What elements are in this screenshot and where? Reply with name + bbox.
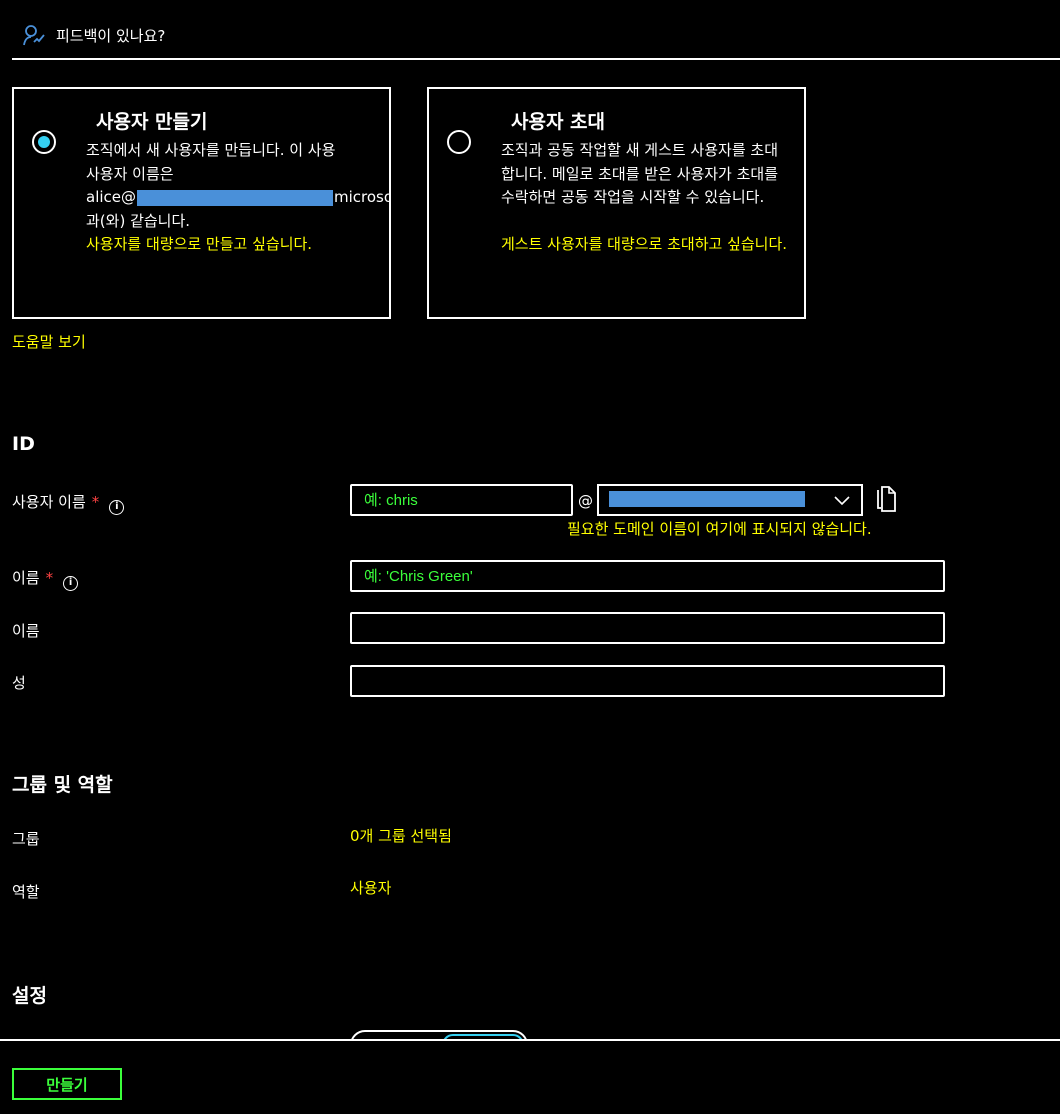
field-label-name: 이름 * i bbox=[12, 567, 79, 591]
first-name-input[interactable] bbox=[350, 612, 945, 644]
bulk-create-link[interactable]: 사용자를 대량으로 만들고 싶습니다. bbox=[86, 233, 361, 257]
radio-create-user[interactable] bbox=[32, 130, 56, 154]
name-input[interactable] bbox=[350, 560, 945, 592]
help-link[interactable]: 도움말 보기 bbox=[12, 331, 86, 352]
option-title-create-user: 사용자 만들기 bbox=[96, 111, 208, 133]
required-marker: * bbox=[91, 493, 100, 511]
desc-email-line: alice@ microso bbox=[86, 186, 391, 210]
radio-selected-dot bbox=[38, 136, 50, 148]
field-label-roles: 역할 bbox=[12, 883, 40, 901]
last-name-input[interactable] bbox=[350, 665, 945, 697]
field-label-groups: 그룹 bbox=[12, 830, 40, 848]
bulk-invite-link[interactable]: 게스트 사용자를 대량으로 초대하고 싶습니다. bbox=[501, 233, 791, 257]
field-label-username: 사용자 이름 * i bbox=[12, 491, 125, 515]
field-label-first-name: 이름 bbox=[12, 622, 40, 640]
feedback-link[interactable]: 피드백이 있나요? bbox=[56, 25, 165, 46]
chevron-down-icon bbox=[834, 496, 850, 506]
email-suffix: microso bbox=[334, 188, 391, 206]
label-text: 이름 bbox=[12, 569, 40, 587]
at-sign: @ bbox=[578, 492, 593, 510]
option-card-invite-user[interactable]: 사용자 초대 조직과 공동 작업할 새 게스트 사용자를 초대합니다. 메일로 … bbox=[427, 87, 806, 319]
domain-dropdown[interactable] bbox=[597, 484, 863, 516]
footer-bar: 만들기 bbox=[0, 1039, 1060, 1114]
domain-warning-link[interactable]: 필요한 도메인 이름이 여기에 표시되지 않습니다. bbox=[567, 518, 872, 539]
desc-line: 과(와) 같습니다. bbox=[86, 211, 191, 230]
section-title-identity: ID bbox=[12, 433, 35, 455]
create-button[interactable]: 만들기 bbox=[12, 1068, 122, 1100]
field-label-last-name: 성 bbox=[12, 674, 26, 692]
required-marker: * bbox=[45, 569, 54, 587]
option-card-create-user[interactable]: 사용자 만들기 조직에서 새 사용자를 만듭니다. 이 사용 사용자 이름은 a… bbox=[12, 87, 391, 319]
label-text: 사용자 이름 bbox=[12, 493, 86, 511]
section-title-settings: 설정 bbox=[12, 985, 47, 1007]
roles-selector-link[interactable]: 사용자 bbox=[350, 877, 391, 898]
divider bbox=[0, 1039, 1060, 1041]
info-icon[interactable]: i bbox=[109, 500, 125, 515]
option-title-invite-user: 사용자 초대 bbox=[511, 111, 606, 133]
username-input[interactable] bbox=[350, 484, 573, 516]
desc-line: 사용자 이름은 bbox=[86, 164, 174, 183]
desc-line: 조직에서 새 사용자를 만듭니다. 이 사용 bbox=[86, 141, 336, 159]
feedback-person-icon[interactable] bbox=[22, 23, 46, 47]
redacted-block bbox=[137, 189, 334, 206]
section-title-groups-roles: 그룹 및 역할 bbox=[12, 774, 113, 796]
copy-icon[interactable] bbox=[875, 486, 899, 512]
option-description-invite-user: 조직과 공동 작업할 새 게스트 사용자를 초대합니다. 메일로 초대를 받은 … bbox=[501, 141, 779, 206]
radio-invite-user[interactable] bbox=[447, 130, 471, 154]
option-description-create-user: 조직에서 새 사용자를 만듭니다. 이 사용 사용자 이름은 alice@ mic… bbox=[86, 139, 391, 233]
divider bbox=[12, 58, 1060, 60]
info-icon[interactable]: i bbox=[63, 576, 79, 591]
email-prefix: alice@ bbox=[86, 188, 137, 206]
redacted-domain-value bbox=[609, 491, 805, 507]
groups-selector-link[interactable]: 0개 그룹 선택됨 bbox=[350, 825, 452, 846]
feedback-bar: 피드백이 있나요? bbox=[0, 0, 1060, 58]
